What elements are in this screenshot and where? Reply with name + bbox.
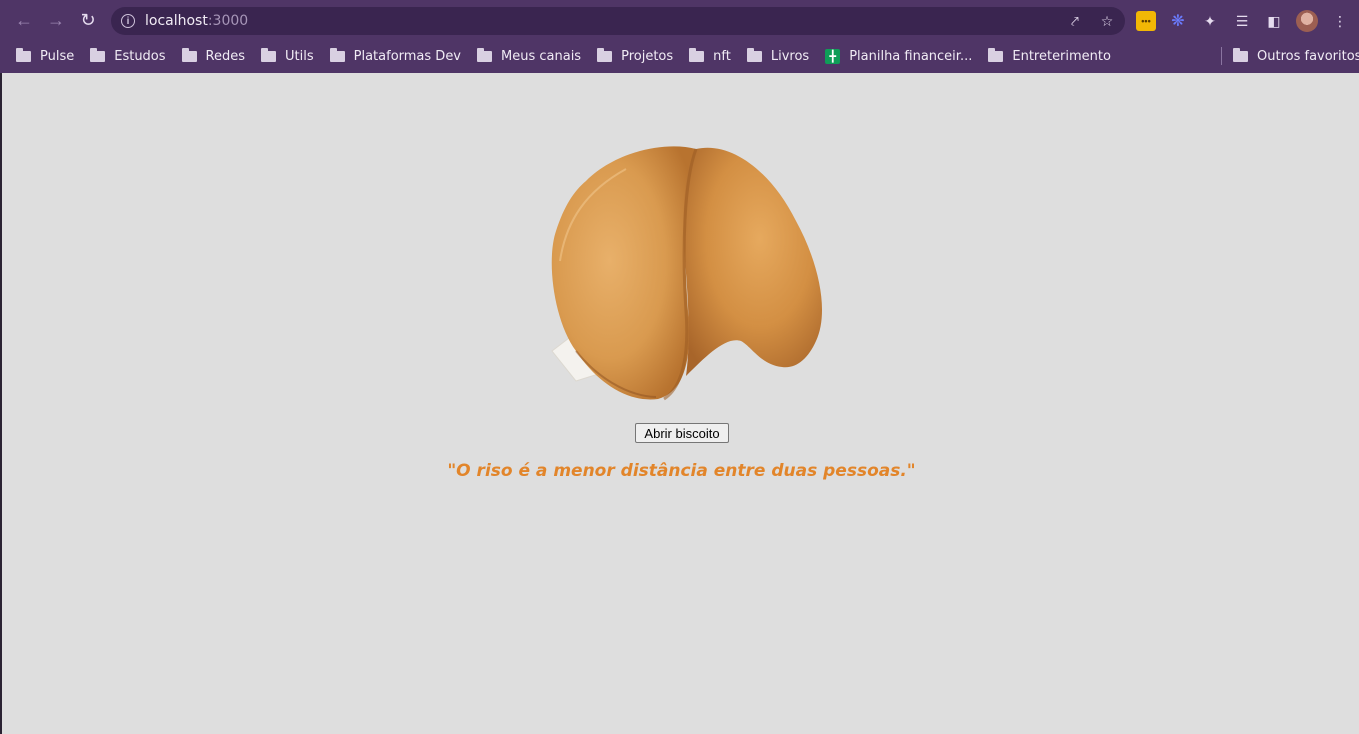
star-icon[interactable]: ☆ <box>1097 13 1117 30</box>
folder-icon <box>477 48 493 62</box>
spreadsheet-icon: ╋ <box>825 49 841 64</box>
reload-button[interactable]: ↻ <box>72 4 104 36</box>
bookmark-label: Pulse <box>40 49 75 64</box>
address-url: localhost:3000 <box>145 13 248 29</box>
folder-icon <box>988 48 1004 62</box>
kebab-menu-icon[interactable]: ⋮ <box>1330 11 1350 31</box>
bookmark-nft[interactable]: nft <box>689 48 731 64</box>
bookmark-redes[interactable]: Redes <box>181 48 246 64</box>
bookmark-label: Estudos <box>114 49 166 64</box>
bookmark-estudos[interactable]: Estudos <box>90 48 166 64</box>
media-queue-icon[interactable]: ☰ <box>1232 11 1252 31</box>
fortune-cookie-image <box>551 146 823 401</box>
folder-icon <box>181 48 197 62</box>
puzzle-icon[interactable]: ✦ <box>1200 11 1220 31</box>
folder-icon <box>746 48 762 62</box>
avatar[interactable] <box>1296 10 1318 32</box>
open-cookie-button[interactable]: Abrir biscoito <box>635 423 729 443</box>
page-content: Abrir biscoito "O riso é a menor distânc… <box>2 73 1359 734</box>
address-bar-actions: ⤤ ☆ <box>1065 7 1117 35</box>
bookmark-plataformas-dev[interactable]: Plataformas Dev <box>329 48 462 64</box>
folder-icon <box>689 48 705 62</box>
url-port: :3000 <box>207 13 249 29</box>
bookmark-label: Outros favoritos <box>1257 49 1359 64</box>
bookmark-entreterimento[interactable]: Entreterimento <box>988 48 1111 64</box>
bookmark-label: Planilha financeir... <box>849 49 973 64</box>
info-icon[interactable]: i <box>121 14 135 28</box>
extensions-area: ••• ❋ ✦ ☰ ◧ ⋮ <box>1136 6 1350 36</box>
bookmark-other-favorites[interactable]: Outros favoritos <box>1233 40 1359 73</box>
bookmark-label: Livros <box>770 49 810 64</box>
bookmark-label: Redes <box>205 49 246 64</box>
bookmark-label: Plataformas Dev <box>353 49 462 64</box>
browser-chrome: ← → ↻ i localhost:3000 ⤤ ☆ ••• ❋ ✦ ☰ ◧ ⋮… <box>0 0 1359 73</box>
folder-icon <box>90 48 106 62</box>
share-icon[interactable]: ⤤ <box>1065 13 1085 30</box>
side-panel-icon[interactable]: ◧ <box>1264 11 1284 31</box>
arrow-left-icon: ← <box>15 9 33 30</box>
bookmark-meus-canais[interactable]: Meus canais <box>477 48 582 64</box>
forward-button[interactable]: → <box>40 4 72 36</box>
folder-icon <box>329 48 345 62</box>
folder-icon <box>597 48 613 62</box>
bookmarks-divider <box>1221 47 1222 65</box>
back-button[interactable]: ← <box>8 4 40 36</box>
bookmarks-bar: Pulse Estudos Redes Utils Plataformas De… <box>0 40 1359 73</box>
bookmark-label: Entreterimento <box>1012 49 1111 64</box>
extension-gear-icon[interactable]: ❋ <box>1168 11 1188 31</box>
bookmark-livros[interactable]: Livros <box>746 48 810 64</box>
bookmark-utils[interactable]: Utils <box>261 48 314 64</box>
folder-icon <box>261 48 277 62</box>
bookmark-label: Projetos <box>621 49 674 64</box>
arrow-right-icon: → <box>47 9 65 30</box>
folder-icon <box>1233 48 1248 62</box>
bookmark-label: nft <box>713 49 731 64</box>
address-bar[interactable]: i localhost:3000 ⤤ ☆ <box>111 7 1125 35</box>
bookmark-projetos[interactable]: Projetos <box>597 48 674 64</box>
url-host: localhost <box>145 13 208 29</box>
bookmark-pulse[interactable]: Pulse <box>16 48 75 64</box>
bookmark-label: Meus canais <box>501 49 582 64</box>
bookmark-planilha[interactable]: ╋ Planilha financeir... <box>825 49 972 64</box>
extension-notes-icon[interactable]: ••• <box>1136 11 1156 31</box>
reload-icon: ↻ <box>80 9 96 30</box>
fortune-message: "O riso é a menor distância entre duas p… <box>447 461 916 481</box>
bookmark-label: Utils <box>285 49 314 64</box>
folder-icon <box>16 48 31 62</box>
